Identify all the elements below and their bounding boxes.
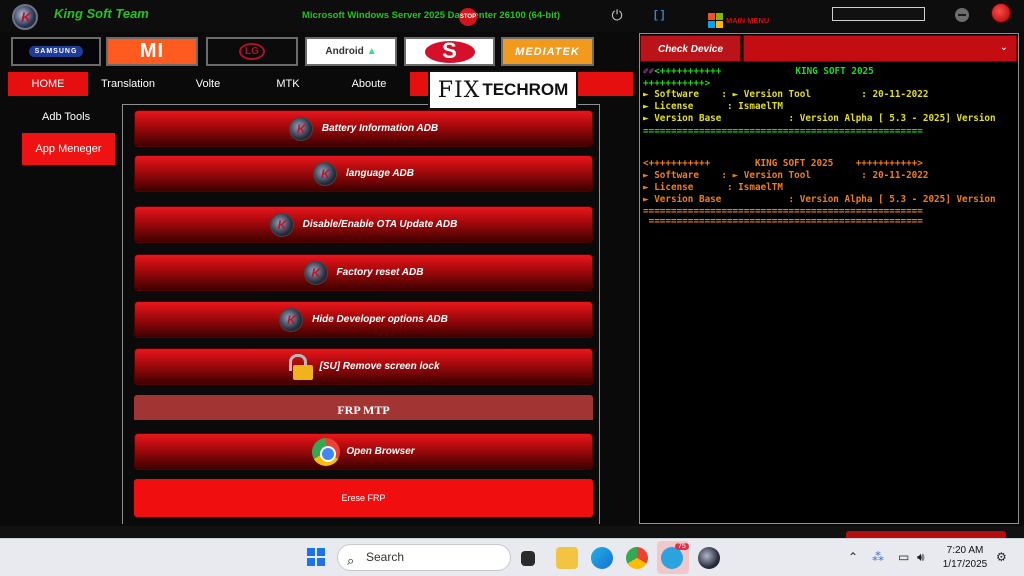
android-logo: Android xyxy=(325,46,364,57)
menu-volte[interactable]: Volte xyxy=(168,72,248,96)
adb-tools-label: Adb Tools xyxy=(42,111,91,123)
brackets-button[interactable]: [ ] xyxy=(654,9,664,21)
action-label: Factory reset ADB xyxy=(336,267,424,278)
edge-icon[interactable] xyxy=(591,547,613,569)
telegram-icon[interactable] xyxy=(661,547,683,569)
log-license: ► License : IsmaelTM xyxy=(643,101,783,112)
lg-logo: LG xyxy=(239,43,265,60)
windows-logo-icon[interactable] xyxy=(708,13,723,28)
app-title: King Soft Team xyxy=(54,6,149,21)
log-software-2: ► Software : ► Version Tool : 20-11-2022 xyxy=(643,170,929,181)
chrome-taskbar-icon[interactable] xyxy=(626,547,648,569)
app-manager-button[interactable]: App Meneger xyxy=(22,133,115,165)
action-label: Open Browser xyxy=(346,446,415,457)
action-label: [SU] Remove screen lock xyxy=(319,361,440,372)
minimize-button[interactable] xyxy=(955,8,969,22)
title-bar: King Soft Team Microsoft Windows Server … xyxy=(0,0,1024,32)
brand-tab-android[interactable]: Android ▲ xyxy=(305,37,397,66)
menu-red-block xyxy=(578,72,633,96)
language-adb-button[interactable]: language ADB xyxy=(134,155,593,192)
menu-translation[interactable]: Translation xyxy=(88,72,168,96)
king-soft-taskbar-icon[interactable] xyxy=(698,547,720,569)
notification-icon[interactable]: ⚙ xyxy=(996,550,1007,564)
brand-tab-snapdragon[interactable]: S xyxy=(404,37,495,66)
log-header-2: <+++++++++++ KING SOFT 2025 +++++++++++> xyxy=(643,158,923,169)
watermark-techrom: TECHROM xyxy=(482,80,569,99)
snapdragon-logo: S xyxy=(424,39,475,63)
action-label: language ADB xyxy=(346,168,414,179)
action-label: Disable/Enable OTA Update ADB xyxy=(302,219,458,230)
device-dropdown[interactable]: ⌄ xyxy=(743,35,1017,62)
android-robot-icon: ▲ xyxy=(366,46,377,57)
chrome-icon xyxy=(312,437,341,466)
log-line: ✐✐<+++++++++++ KING SOFT 2025 xyxy=(643,66,874,77)
king-logo-icon xyxy=(269,212,294,237)
king-logo-icon xyxy=(313,161,338,186)
remove-screen-lock-button[interactable]: [SU] Remove screen lock xyxy=(134,348,593,385)
action-label: Battery Information ADB xyxy=(321,123,439,134)
erase-frp-button[interactable]: Erese FRP xyxy=(134,479,593,517)
main-menu-button[interactable]: MAIN MENU xyxy=(726,16,769,25)
open-browser-button[interactable]: Open Browser xyxy=(134,433,593,470)
log-title: KING SOFT 2025 xyxy=(795,66,874,77)
hide-developer-options-button[interactable]: Hide Developer options ADB xyxy=(134,301,593,338)
brand-tab-samsung[interactable]: SAMSUNG xyxy=(11,37,101,66)
volume-icon[interactable]: 🔊︎ xyxy=(917,550,925,565)
brand-tab-lg[interactable]: LG xyxy=(206,37,298,66)
log-software: ► Software : ► Version Tool : 20-11-2022 xyxy=(643,89,929,100)
clock-date: 1/17/2025 xyxy=(942,559,988,570)
taskbar-search-label: Search xyxy=(366,550,405,564)
taskbar-search[interactable]: ⌕ Search xyxy=(337,544,511,571)
log-line: +++++++++++> xyxy=(643,78,711,89)
padlock-icon xyxy=(287,353,314,380)
fixtechrom-watermark: FIX TECHROM xyxy=(428,70,578,110)
bottom-red-tab[interactable] xyxy=(846,531,1006,538)
samsung-logo: SAMSUNG xyxy=(28,46,84,57)
frp-mtp-header: FRP MTP xyxy=(134,395,593,420)
brand-tab-mediatek[interactable]: MEDIATEK xyxy=(501,37,594,66)
watermark-fix: FIX xyxy=(437,77,481,103)
log-license-2: ► License : IsmaelTM xyxy=(643,182,783,193)
king-soft-window: King Soft Team Microsoft Windows Server … xyxy=(0,0,1024,538)
os-info: Microsoft Windows Server 2025 Datacenter… xyxy=(302,10,561,21)
telegram-badge: 75 xyxy=(675,543,689,550)
log-separator-3: ========================================… xyxy=(643,216,923,227)
stop-button[interactable]: STOP xyxy=(459,8,477,26)
log-version: ► Version Base : Version Alpha [ 5.3 - 2… xyxy=(643,113,996,124)
top-text-field[interactable] xyxy=(832,7,925,21)
factory-reset-button[interactable]: Factory reset ADB xyxy=(134,254,593,291)
action-label: Hide Developer options ADB xyxy=(312,314,448,325)
brand-tab-xiaomi[interactable]: MI xyxy=(106,37,198,66)
windows-start-icon[interactable] xyxy=(307,548,325,566)
mediatek-logo: MEDIATEK xyxy=(515,45,580,58)
close-button[interactable] xyxy=(991,3,1011,23)
search-icon: ⌕ xyxy=(347,553,355,568)
task-view-icon[interactable] xyxy=(521,551,535,566)
king-logo-icon xyxy=(288,116,313,141)
menu-aboute[interactable]: Aboute xyxy=(328,72,410,96)
chevron-down-icon: ⌄ xyxy=(999,42,1008,53)
clock-time: 7:20 AM xyxy=(946,545,984,556)
mi-logo: MI xyxy=(139,40,165,62)
king-logo-icon xyxy=(279,307,304,332)
network-icon[interactable]: ▭ xyxy=(898,550,909,564)
file-explorer-icon[interactable] xyxy=(556,547,578,569)
battery-info-button[interactable]: Battery Information ADB xyxy=(134,110,593,147)
log-version-2: ► Version Base : Version Alpha [ 5.3 - 2… xyxy=(643,194,996,205)
menu-mtk[interactable]: MTK xyxy=(248,72,328,96)
windows-taskbar: ⌕ Search 75 ⌃ ⁂ ▭ 🔊︎ 7:20 AM 1/17/2025 ⚙ xyxy=(0,538,1024,576)
chevron-up-icon[interactable]: ⌃ xyxy=(848,550,858,564)
king-logo-icon xyxy=(12,4,38,30)
taskbar-clock[interactable]: 7:20 AM 1/17/2025 xyxy=(940,544,990,572)
power-icon[interactable]: ⏻ xyxy=(609,7,625,23)
menu-home[interactable]: HOME xyxy=(8,72,88,96)
check-device-button[interactable]: Check Device xyxy=(640,35,741,62)
log-pen-icon: ✐✐ xyxy=(643,66,655,77)
bluetooth-tray-icon[interactable]: ⁂ xyxy=(872,550,884,564)
ota-update-button[interactable]: Disable/Enable OTA Update ADB xyxy=(134,206,593,243)
log-separator: ========================================… xyxy=(643,126,923,137)
king-logo-icon xyxy=(303,260,328,285)
